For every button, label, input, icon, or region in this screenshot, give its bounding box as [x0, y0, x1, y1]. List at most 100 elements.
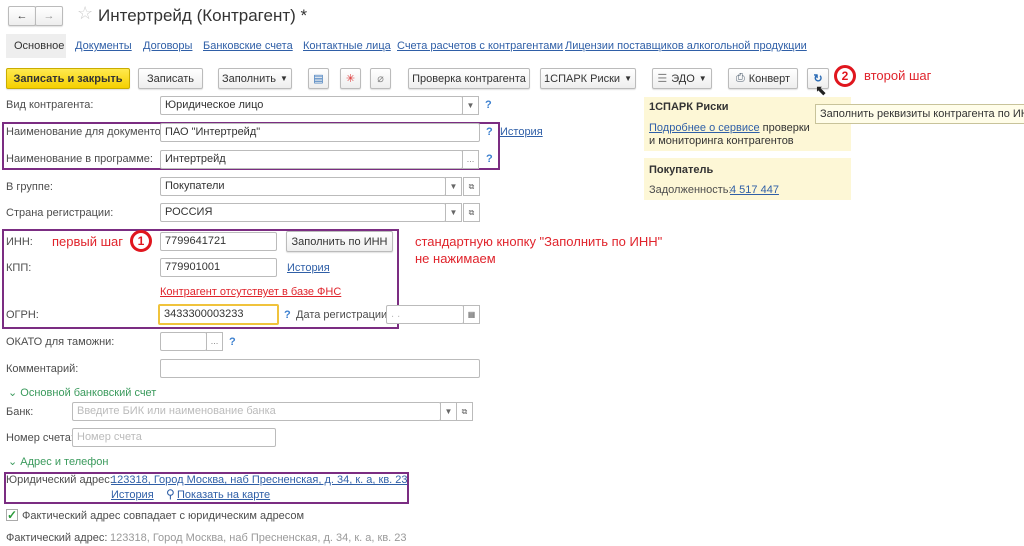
open-icon[interactable]: ⧉	[456, 402, 473, 421]
bank-section-label: Основной банковский счет	[20, 387, 157, 399]
edo-icon: ☰	[657, 73, 668, 85]
chevron-down-icon[interactable]: ▼	[445, 203, 462, 222]
chevron-down-icon: ⌄	[8, 387, 21, 399]
debt-value-link[interactable]: 4 517 447	[730, 184, 779, 196]
favorite-star-icon[interactable]: ☆	[77, 3, 93, 24]
comment-label: Комментарий:	[6, 363, 79, 375]
fact-address-label: Фактический адрес:	[6, 532, 108, 544]
inn-input[interactable]: 7799641721	[160, 232, 277, 251]
help-icon[interactable]: ?	[486, 153, 493, 165]
help-icon[interactable]: ?	[284, 309, 291, 321]
docname-history-link[interactable]: История	[500, 126, 543, 138]
save-button[interactable]: Записать	[138, 68, 203, 89]
group-select[interactable]: Покупатели	[160, 177, 446, 196]
kpp-input[interactable]: 779901001	[160, 258, 277, 277]
back-button[interactable]: ←	[8, 6, 36, 26]
progname-label: Наименование в программе:	[6, 153, 153, 165]
bank-input[interactable]: Введите БИК или наименование банка	[72, 402, 441, 421]
forward-button[interactable]: →	[35, 6, 63, 26]
chevron-down-icon: ▼	[280, 74, 288, 83]
page-title: Интертрейд (Контрагент) *	[98, 6, 308, 25]
help-icon[interactable]: ?	[229, 336, 236, 348]
calendar-icon[interactable]: ▦	[463, 305, 480, 324]
same-address-label: Фактический адрес совпадает с юридически…	[22, 510, 305, 522]
save-close-button[interactable]: Записать и закрыть	[6, 68, 130, 89]
document-icon[interactable]: ▤	[308, 68, 329, 89]
help-icon[interactable]: ?	[485, 99, 492, 111]
regdate-input[interactable]: . .	[386, 305, 464, 324]
step2-label: второй шаг	[864, 68, 932, 83]
fill-button[interactable]: Заполнить ▼	[218, 68, 292, 89]
mouse-cursor-icon: ⬉	[815, 82, 827, 98]
okato-label: ОКАТО для таможни:	[6, 336, 115, 348]
printer-icon: ⎙	[735, 72, 745, 84]
tab-contacts[interactable]: Контактные лица	[303, 40, 391, 52]
spark-text: проверки	[759, 122, 810, 134]
envelope-button[interactable]: ⎙ Конверт	[728, 68, 798, 89]
fill-label: Заполнить	[222, 72, 277, 85]
tab-main[interactable]: Основное	[14, 40, 64, 52]
tab-bank-accounts[interactable]: Банковские счета	[203, 40, 293, 52]
ellipsis-button[interactable]: …	[206, 332, 223, 351]
kpp-history-link[interactable]: История	[287, 262, 330, 274]
inn-label: ИНН:	[6, 236, 33, 248]
step2-circle: 2	[834, 65, 856, 87]
country-label: Страна регистрации:	[6, 207, 114, 219]
open-icon[interactable]: ⧉	[463, 177, 480, 196]
chevron-down-icon: ▼	[698, 74, 707, 83]
tab-documents[interactable]: Документы	[75, 40, 132, 52]
note-line-1: стандартную кнопку "Заполнить по ИНН"	[415, 234, 663, 249]
chevron-down-icon[interactable]: ▼	[462, 96, 479, 115]
edo-label: ЭДО	[671, 72, 695, 85]
spark-label: 1СПАРК Риски	[544, 72, 621, 85]
bank-label: Банк:	[6, 406, 34, 418]
show-map-link[interactable]: Показать на карте	[177, 489, 270, 501]
group-label: В группе:	[6, 181, 53, 193]
map-pin-icon: ⚲	[166, 487, 175, 501]
step1-label: первый шаг	[52, 234, 124, 249]
country-select[interactable]: РОССИЯ	[160, 203, 446, 222]
chevron-down-icon[interactable]: ▼	[440, 402, 457, 421]
regdate-label: Дата регистрации:	[296, 309, 391, 321]
kpp-label: КПП:	[6, 262, 32, 274]
tab-licenses[interactable]: Лицензии поставщиков алкогольной продукц…	[565, 40, 807, 52]
debt-label: Задолженность:	[649, 184, 732, 196]
ogrn-input[interactable]: 3433300003233	[158, 304, 279, 325]
spark-more-link[interactable]: Подробнее о сервисе	[649, 122, 760, 134]
ellipsis-button[interactable]: …	[462, 150, 479, 169]
kind-label: Вид контрагента:	[6, 99, 94, 111]
okato-input[interactable]	[160, 332, 207, 351]
edo-button[interactable]: ☰ ЭДО ▼	[652, 68, 712, 89]
address-history-link[interactable]: История	[111, 489, 154, 501]
chevron-down-icon: ▼	[624, 74, 632, 83]
address-section-label: Адрес и телефон	[20, 456, 109, 468]
open-icon[interactable]: ⧉	[463, 203, 480, 222]
help-icon[interactable]: ?	[486, 126, 493, 138]
tooltip: Заполнить реквизиты контрагента по ИНН	[815, 104, 1024, 124]
spark-button[interactable]: 1СПАРК Риски ▼	[540, 68, 636, 89]
legal-address-link[interactable]: 123318, Город Москва, наб Пресненская, д…	[111, 474, 408, 486]
paperclip-icon[interactable]: ⌀	[370, 68, 391, 89]
bank-section-toggle[interactable]: ⌄ Основной банковский счет	[8, 386, 156, 399]
fns-warning-link[interactable]: Контрагент отсутствует в базе ФНС	[160, 286, 341, 298]
same-address-checkbox[interactable]: ✓	[6, 509, 18, 521]
chevron-down-icon: ⌄	[8, 456, 21, 468]
account-input[interactable]: Номер счета	[72, 428, 276, 447]
tab-settlement-accounts[interactable]: Счета расчетов с контрагентами	[397, 40, 563, 52]
check-counterparty-button[interactable]: Проверка контрагента	[408, 68, 530, 89]
comment-input[interactable]	[160, 359, 480, 378]
address-section-toggle[interactable]: ⌄ Адрес и телефон	[8, 455, 108, 468]
spark-title: 1СПАРК Риски	[649, 101, 729, 113]
kind-select[interactable]: Юридическое лицо	[160, 96, 463, 115]
progname-input[interactable]: Интертрейд	[160, 150, 463, 169]
chevron-down-icon[interactable]: ▼	[445, 177, 462, 196]
fact-address-value: 123318, Город Москва, наб Пресненская, д…	[110, 532, 407, 544]
fill-by-inn-button[interactable]: Заполнить по ИНН	[286, 231, 393, 252]
docname-label: Наименование для документов:	[6, 126, 170, 138]
note-line-2: не нажимаем	[415, 251, 496, 266]
tab-contracts[interactable]: Договоры	[143, 40, 192, 52]
docname-input[interactable]: ПАО "Интертрейд"	[160, 123, 480, 142]
structure-icon[interactable]: ✳	[340, 68, 361, 89]
envelope-label: Конверт	[748, 72, 791, 85]
account-label: Номер счета:	[6, 432, 74, 444]
